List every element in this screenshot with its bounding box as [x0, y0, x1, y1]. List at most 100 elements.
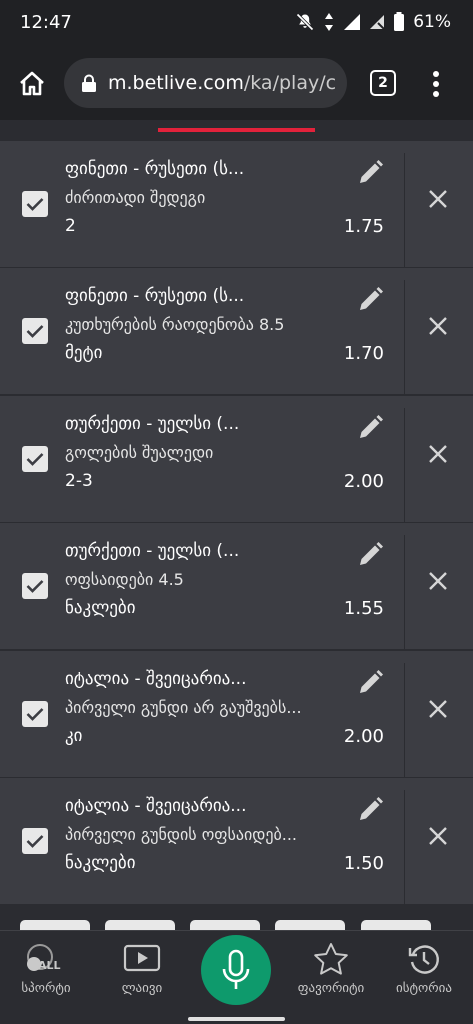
pencil-icon — [360, 160, 383, 183]
close-icon — [429, 444, 447, 463]
nav-live-label: ლაივი — [121, 981, 163, 996]
status-bar: 12:47 61% — [0, 0, 473, 48]
checkmark-icon — [26, 835, 44, 848]
nav-history-label: ისტორია — [396, 981, 452, 996]
checkmark-icon — [26, 198, 44, 211]
status-icons: 61% — [295, 12, 451, 32]
bet-selection: მეტი — [65, 343, 103, 364]
edit-bet-button[interactable] — [356, 794, 386, 824]
bet-odds: 1.70 — [343, 343, 384, 365]
lock-icon — [82, 74, 96, 92]
url-bar[interactable]: m.betlive.com/ka/play/c — [64, 58, 347, 108]
nav-favorites-label: ფავორიტი — [297, 981, 365, 996]
bet-selection: 2 — [65, 216, 76, 236]
home-icon — [20, 71, 44, 96]
menu-dot-icon — [433, 81, 439, 87]
nav-favorites[interactable]: ფავორიტი — [285, 941, 377, 1005]
checkmark-icon — [26, 452, 44, 466]
bet-selection: კი — [65, 725, 83, 746]
bet-item: იტალია - შვეიცარია... პირველი გუნდი არ გ… — [0, 649, 473, 778]
signal-icon — [344, 14, 361, 30]
bet-divider — [404, 280, 405, 396]
nav-sports-label: სპორტი — [21, 981, 71, 996]
close-icon — [429, 572, 447, 591]
bet-odds: 2.00 — [343, 470, 384, 492]
nav-live[interactable]: ლაივი — [96, 941, 188, 1005]
bet-item: იტალია - შვეიცარია... პირველი გუნდის ოფს… — [0, 777, 473, 905]
tab-switcher-button[interactable]: 2 — [370, 70, 396, 96]
bet-event-title: იტალია - შვეიცარია... — [65, 796, 247, 816]
bet-market: ძირითადი შედეგი — [65, 188, 206, 207]
remove-bet-button[interactable] — [426, 697, 450, 721]
data-arrows-icon — [325, 13, 334, 31]
edit-bet-button[interactable] — [356, 539, 386, 569]
edit-bet-button[interactable] — [356, 157, 386, 187]
sports-icon: ALL — [24, 941, 68, 977]
remove-bet-button[interactable] — [426, 442, 450, 466]
remove-bet-button[interactable] — [426, 187, 450, 211]
history-icon — [407, 941, 441, 977]
bet-checkbox[interactable] — [22, 318, 48, 345]
bet-divider — [404, 535, 405, 651]
bet-market: კუთხურების რაოდენობა 8.5 — [65, 315, 285, 335]
bet-item: ფინეთი - რუსეთი (ს... კუთხურების რაოდენო… — [0, 267, 473, 396]
bet-checkbox[interactable] — [22, 191, 48, 217]
active-tab-indicator — [158, 128, 315, 132]
url-text: m.betlive.com/ka/play/c — [108, 72, 336, 94]
bottom-navigation: ALL სპორტი ლაივი ფავორიტი ისტორია — [0, 930, 473, 1024]
bet-event-title: ფინეთი - რუსეთი (ს... — [65, 286, 245, 307]
remove-bet-button[interactable] — [426, 824, 450, 848]
bet-odds: 1.50 — [343, 853, 384, 874]
bet-odds: 1.75 — [343, 216, 384, 237]
battery-icon — [394, 12, 405, 31]
bet-checkbox[interactable] — [22, 445, 48, 472]
mute-icon — [296, 13, 314, 31]
nav-sports[interactable]: ALL სპორტი — [0, 941, 92, 1005]
remove-bet-button[interactable] — [426, 569, 450, 593]
bet-event-title: თურქეთი - უელსი (... — [65, 541, 240, 562]
bet-checkbox[interactable] — [22, 700, 48, 727]
home-button[interactable] — [14, 66, 50, 102]
edit-bet-button[interactable] — [356, 667, 386, 697]
pencil-icon — [360, 669, 383, 693]
sports-icon-text: ALL — [38, 959, 61, 972]
bet-divider — [404, 790, 405, 905]
remove-bet-button[interactable] — [426, 314, 450, 338]
bet-checkbox[interactable] — [22, 828, 48, 854]
bet-market: ოფსაიდები 4.5 — [65, 570, 184, 590]
close-icon — [429, 827, 447, 845]
bet-selection: 2-3 — [65, 470, 93, 491]
bet-selection: ნაკლები — [65, 598, 136, 619]
pencil-icon — [360, 287, 383, 311]
bet-market: გოლების შუალედი — [65, 442, 214, 462]
close-icon — [429, 317, 447, 336]
bet-market: პირველი გუნდი არ გაუშვებს... — [65, 697, 302, 717]
bet-divider — [404, 153, 405, 268]
pencil-icon — [360, 542, 383, 566]
bet-selection: ნაკლები — [65, 853, 136, 873]
bet-odds: 2.00 — [343, 725, 384, 747]
voice-search-button[interactable] — [201, 935, 271, 1005]
star-icon — [313, 941, 349, 977]
bet-event-title: იტალია - შვეიცარია... — [65, 668, 247, 689]
bet-checkbox[interactable] — [22, 573, 48, 600]
nav-history[interactable]: ისტორია — [378, 941, 470, 1005]
microphone-icon — [222, 949, 250, 989]
menu-dot-icon — [433, 71, 439, 77]
bet-market: პირველი გუნდის ოფსაიდებ... — [65, 825, 297, 844]
bet-divider — [404, 407, 405, 523]
edit-bet-button[interactable] — [356, 284, 386, 314]
browser-menu-button[interactable] — [426, 68, 446, 100]
status-time: 12:47 — [20, 12, 72, 33]
wifi-off-icon — [370, 15, 385, 30]
pencil-icon — [360, 414, 383, 438]
edit-bet-button[interactable] — [356, 412, 386, 442]
bet-divider — [404, 662, 405, 778]
bet-odds: 1.55 — [343, 598, 384, 620]
close-icon — [429, 699, 447, 718]
pencil-icon — [360, 797, 383, 820]
bet-item: ფინეთი - რუსეთი (ს... ძირითადი შედეგი 2 … — [0, 140, 473, 268]
bet-event-title: ფინეთი - რუსეთი (ს... — [65, 159, 245, 179]
close-icon — [429, 190, 447, 208]
battery-percent: 61% — [413, 12, 451, 32]
